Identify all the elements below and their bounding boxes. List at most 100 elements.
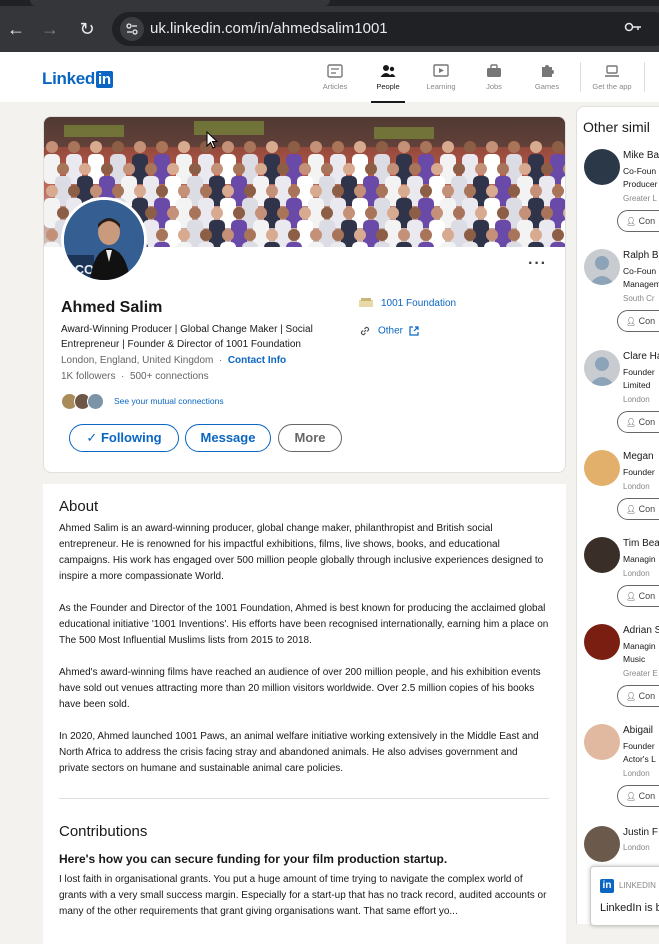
- connect-button[interactable]: 👤︎ Con: [617, 310, 659, 332]
- more-actions-icon[interactable]: ···: [528, 255, 547, 273]
- nav-articles[interactable]: Articles: [310, 64, 360, 91]
- mutual-connections-link[interactable]: See your mutual connections: [114, 396, 224, 406]
- briefcase-icon: [487, 64, 501, 77]
- nav-people[interactable]: People: [363, 64, 413, 103]
- more-button[interactable]: More: [278, 424, 342, 452]
- similar-profile-avatar[interactable]: [584, 537, 620, 573]
- sidebar-title: Other simil: [583, 119, 650, 135]
- connect-button[interactable]: 👤︎ Con: [617, 585, 659, 607]
- similar-profile-avatar[interactable]: [584, 350, 620, 386]
- back-arrow-icon[interactable]: ←: [3, 16, 29, 42]
- linkedin-mini-logo-icon: in: [600, 879, 614, 893]
- similar-profile-avatar[interactable]: [584, 624, 620, 660]
- crowd-figure-head: [332, 229, 344, 241]
- toast-message: LinkedIn is b: [600, 902, 659, 914]
- key-icon[interactable]: [624, 20, 642, 36]
- similar-profile-name[interactable]: Abigail: [623, 725, 653, 736]
- connect-button[interactable]: 👤︎ Con: [617, 411, 659, 433]
- tune-icon[interactable]: [120, 17, 144, 41]
- similar-profile-headline: Founder: [623, 367, 655, 377]
- organization-logo-icon: [359, 298, 373, 308]
- linkedin-toast[interactable]: in LINKEDIN LinkedIn is b: [590, 866, 659, 926]
- crowd-figure-head: [101, 163, 113, 175]
- similar-profile-name[interactable]: Justin F: [623, 827, 658, 838]
- website-link[interactable]: Other: [359, 325, 419, 337]
- logo-in-box: in: [96, 71, 113, 88]
- similar-profile-avatar[interactable]: [584, 450, 620, 486]
- similar-profile-location: London: [623, 395, 650, 404]
- crowd-figure-head: [134, 185, 146, 197]
- contribution-question[interactable]: Here's how you can secure funding for yo…: [59, 852, 447, 866]
- similar-profile-headline: Managin: [623, 641, 656, 651]
- connect-label: Con: [638, 791, 656, 801]
- crowd-figure-body: [462, 242, 478, 247]
- following-button[interactable]: ✓ Following: [69, 424, 179, 452]
- similar-profile-avatar[interactable]: [584, 826, 620, 862]
- separator: ·: [121, 371, 125, 382]
- connections-count: 500+ connections: [129, 371, 209, 382]
- crowd-figure-head: [486, 229, 498, 241]
- crowd-figure-head: [497, 207, 509, 219]
- similar-profile-avatar[interactable]: [584, 249, 620, 285]
- crowd-figure-head: [167, 163, 179, 175]
- followers-count: 1K followers: [61, 371, 116, 382]
- nav-jobs[interactable]: Jobs: [469, 64, 519, 91]
- crowd-figure-head: [310, 185, 322, 197]
- add-person-icon: 👤︎: [626, 217, 637, 226]
- contributions-title: Contributions: [59, 823, 148, 840]
- logo-text: Linked: [42, 69, 95, 88]
- connect-button[interactable]: 👤︎ Con: [617, 210, 659, 232]
- crowd-figure-head: [486, 185, 498, 197]
- connect-button[interactable]: 👤︎ Con: [617, 685, 659, 707]
- crowd-figure-head: [420, 185, 432, 197]
- profile-avatar[interactable]: SCO: [61, 197, 147, 283]
- url-text[interactable]: uk.linkedin.com/in/ahmedsalim1001: [150, 20, 388, 37]
- similar-profile-name[interactable]: Ralph B: [623, 250, 659, 261]
- crowd-figure-head: [288, 229, 300, 241]
- address-bar[interactable]: uk.linkedin.com/in/ahmedsalim1001: [112, 12, 659, 46]
- connect-button[interactable]: 👤︎ Con: [617, 498, 659, 520]
- similar-profile-avatar[interactable]: [584, 724, 620, 760]
- crowd-figure-head: [376, 185, 388, 197]
- linkedin-logo[interactable]: Linked in: [42, 69, 113, 89]
- crowd-figure-body: [44, 242, 60, 247]
- crowd-figure-head: [244, 229, 256, 241]
- crowd-figure-head: [211, 163, 223, 175]
- crowd-figure-head: [299, 207, 311, 219]
- crowd-figure-head: [475, 207, 487, 219]
- about-section: About Ahmed Salim is an award-winning pr…: [43, 484, 566, 944]
- forward-arrow-icon[interactable]: →: [37, 16, 63, 42]
- similar-profile-name[interactable]: Megan: [623, 451, 654, 462]
- crowd-figure-head: [486, 141, 498, 153]
- crowd-figure-head: [343, 163, 355, 175]
- organization-link[interactable]: 1001 Foundation: [359, 298, 456, 309]
- similar-profile-location: Greater E: [623, 669, 658, 678]
- contact-info-link[interactable]: Contact Info: [228, 355, 286, 366]
- crowd-figure-head: [508, 229, 520, 241]
- nav-get-app[interactable]: Get the app: [587, 64, 637, 91]
- similar-profile-name[interactable]: Tim Bea: [623, 538, 659, 549]
- crowd-figure-body: [264, 242, 280, 247]
- similar-profile-location: London: [623, 569, 650, 578]
- similar-profile-avatar[interactable]: [584, 149, 620, 185]
- crowd-figure-head: [541, 207, 553, 219]
- nav-games[interactable]: Games: [522, 64, 572, 91]
- crowd-figure-head: [464, 185, 476, 197]
- crowd-figure-head: [189, 163, 201, 175]
- mouse-cursor-icon: [206, 131, 218, 149]
- connect-label: Con: [638, 691, 656, 701]
- crowd-figure-head: [332, 185, 344, 197]
- crowd-figure-head: [519, 163, 531, 175]
- similar-profile-name[interactable]: Clare Ha: [623, 351, 659, 362]
- nav-learning[interactable]: Learning: [416, 64, 466, 91]
- reload-icon[interactable]: ↻: [74, 16, 100, 42]
- similar-profile-name[interactable]: Mike Ba: [623, 150, 659, 161]
- similar-profile-headline: Limited: [623, 380, 651, 390]
- crowd-figure-body: [198, 242, 214, 247]
- similar-profile-location: London: [623, 482, 650, 491]
- crowd-figure-head: [68, 141, 80, 153]
- similar-profile-headline: Co-Foun: [623, 166, 657, 176]
- connect-button[interactable]: 👤︎ Con: [617, 785, 659, 807]
- similar-profile-name[interactable]: Adrian S: [623, 625, 659, 636]
- message-button[interactable]: Message: [185, 424, 271, 452]
